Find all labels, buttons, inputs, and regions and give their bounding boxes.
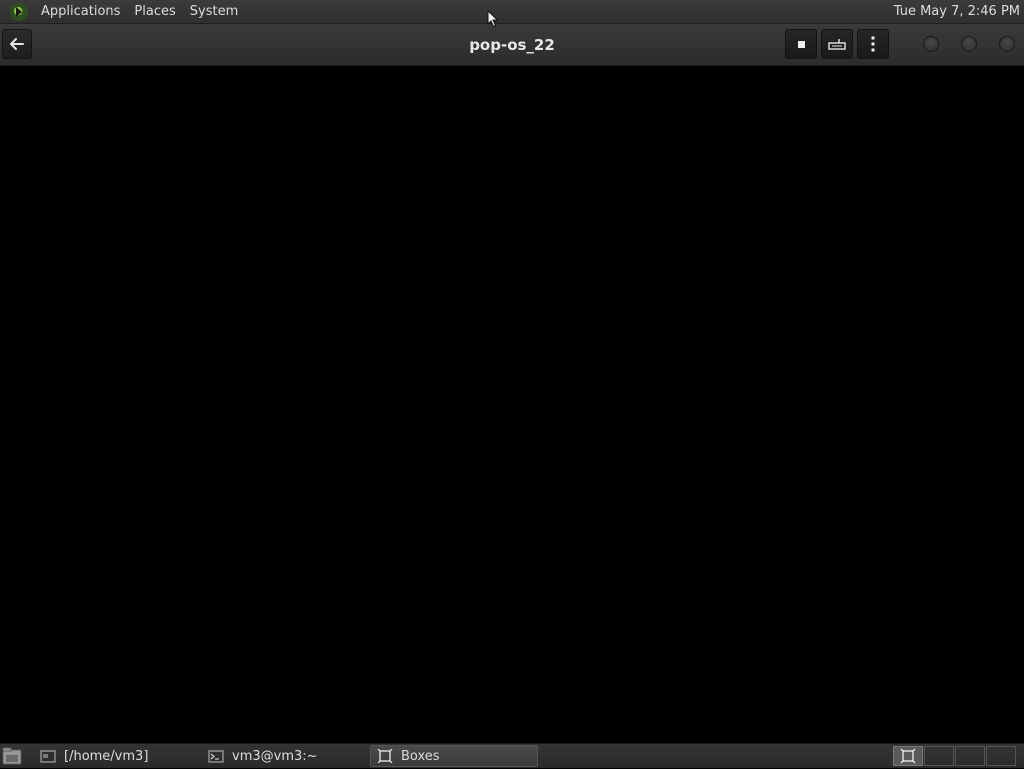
menu-logo-icon[interactable] bbox=[10, 2, 28, 21]
back-button[interactable] bbox=[2, 29, 32, 59]
task-label: [/home/vm3] bbox=[64, 748, 149, 764]
applications-menu[interactable]: Applications bbox=[34, 0, 127, 24]
task-file-manager[interactable]: [/home/vm3] bbox=[34, 745, 200, 767]
task-label: vm3@vm3:~ bbox=[232, 748, 318, 764]
stop-icon bbox=[797, 40, 805, 48]
menu-kebab-icon bbox=[871, 36, 875, 52]
workspace-4[interactable] bbox=[986, 746, 1016, 766]
places-menu[interactable]: Places bbox=[127, 0, 182, 24]
file-manager-icon bbox=[40, 749, 56, 763]
task-boxes[interactable]: Boxes bbox=[370, 745, 538, 767]
maximize-button[interactable] bbox=[961, 36, 977, 52]
workspace-1[interactable] bbox=[893, 746, 923, 766]
keyboard-icon bbox=[828, 39, 846, 50]
task-label: Boxes bbox=[401, 748, 440, 764]
keyboard-button[interactable] bbox=[821, 29, 853, 59]
boxes-icon bbox=[900, 748, 916, 764]
clock[interactable]: Tue May 7, 2:46 PM bbox=[894, 0, 1020, 24]
terminal-icon bbox=[208, 749, 224, 763]
workspace-2[interactable] bbox=[924, 746, 954, 766]
show-desktop-icon[interactable] bbox=[2, 747, 22, 765]
boxes-header-bar: pop-os_22 bbox=[0, 24, 1024, 66]
mouse-cursor-icon bbox=[487, 10, 499, 28]
task-terminal[interactable]: vm3@vm3:~ bbox=[202, 745, 368, 767]
menu-button[interactable] bbox=[857, 29, 889, 59]
vm-display[interactable] bbox=[0, 66, 1024, 743]
workspace-3[interactable] bbox=[955, 746, 985, 766]
system-menu[interactable]: System bbox=[183, 0, 245, 24]
back-arrow-icon bbox=[10, 38, 24, 50]
close-button[interactable] bbox=[999, 36, 1015, 52]
minimize-button[interactable] bbox=[923, 36, 939, 52]
stop-button[interactable] bbox=[785, 29, 817, 59]
top-panel: Applications Places System Tue May 7, 2:… bbox=[0, 0, 1024, 24]
boxes-icon bbox=[377, 749, 393, 763]
bottom-panel: [/home/vm3] vm3@vm3:~ Boxes bbox=[0, 743, 1024, 768]
